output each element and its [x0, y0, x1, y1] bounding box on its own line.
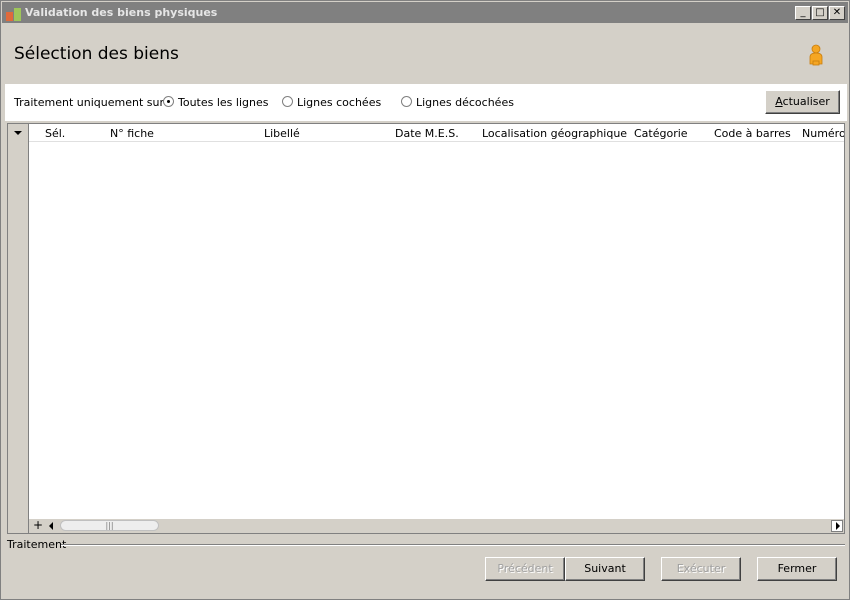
close-icon: ✕	[832, 7, 842, 18]
user-icon[interactable]	[807, 44, 825, 66]
horizontal-scrollbar[interactable]: + |||	[29, 518, 844, 533]
app-icon	[6, 5, 22, 21]
radio-unchecked-lines-label: Lignes décochées	[416, 96, 514, 109]
next-button[interactable]: Suivant	[565, 557, 645, 581]
radio-unchecked-lines[interactable]: Lignes décochées	[401, 96, 514, 109]
column-header-categorie[interactable]: Catégorie	[634, 127, 688, 140]
assets-grid[interactable]: Sél. N° fiche Libellé Date M.E.S. Locali…	[7, 123, 845, 534]
title-bar[interactable]: Validation des biens physiques _ □ ✕	[2, 2, 848, 23]
radio-selected-icon	[163, 96, 174, 107]
section-divider	[61, 544, 845, 546]
column-header-localisation[interactable]: Localisation géographique	[482, 127, 627, 140]
filter-label: Traitement uniquement sur :	[14, 96, 172, 109]
grid-header-row: Sél. N° fiche Libellé Date M.E.S. Locali…	[29, 124, 844, 142]
maximize-icon: □	[815, 7, 825, 18]
filter-bar: Traitement uniquement sur : Toutes les l…	[5, 84, 847, 121]
minimize-button[interactable]: _	[795, 6, 811, 20]
main-window: Validation des biens physiques _ □ ✕ Sél…	[0, 0, 850, 600]
window-title: Validation des biens physiques	[25, 6, 218, 19]
grid-row-selector-column	[8, 124, 29, 533]
scrollbar-thumb[interactable]: |||	[60, 520, 159, 531]
column-header-date-mes[interactable]: Date M.E.S.	[395, 127, 459, 140]
maximize-button[interactable]: □	[812, 6, 828, 20]
column-header-fiche[interactable]: N° fiche	[110, 127, 154, 140]
radio-all-lines-label: Toutes les lignes	[178, 96, 269, 109]
page-header: Sélection des biens	[5, 23, 847, 83]
column-header-code-barres[interactable]: Code à barres	[714, 127, 791, 140]
scroll-left-icon[interactable]	[49, 522, 53, 530]
close-window-button[interactable]: ✕	[829, 6, 845, 20]
radio-unselected-icon	[401, 96, 412, 107]
refresh-button-label: ctualiser	[782, 95, 830, 108]
radio-checked-lines[interactable]: Lignes cochées	[282, 96, 381, 109]
column-header-numero[interactable]: Numéro	[802, 127, 844, 140]
refresh-button[interactable]: Actualiser	[765, 90, 840, 114]
refresh-button-mnemonic: A	[775, 95, 783, 108]
minimize-icon: _	[800, 7, 806, 18]
scroll-right-icon[interactable]	[831, 520, 843, 532]
chevron-down-icon[interactable]	[14, 131, 22, 135]
radio-all-lines[interactable]: Toutes les lignes	[163, 96, 268, 109]
column-header-libelle[interactable]: Libellé	[264, 127, 300, 140]
section-label-traitement: Traitement	[7, 538, 67, 551]
radio-unselected-icon	[282, 96, 293, 107]
add-icon[interactable]: +	[33, 518, 43, 532]
close-button[interactable]: Fermer	[757, 557, 837, 581]
previous-button[interactable]: Précédent	[485, 557, 565, 581]
column-header-sel[interactable]: Sél.	[45, 127, 65, 140]
radio-checked-lines-label: Lignes cochées	[297, 96, 382, 109]
page-title: Sélection des biens	[14, 44, 179, 64]
execute-button[interactable]: Exécuter	[661, 557, 741, 581]
